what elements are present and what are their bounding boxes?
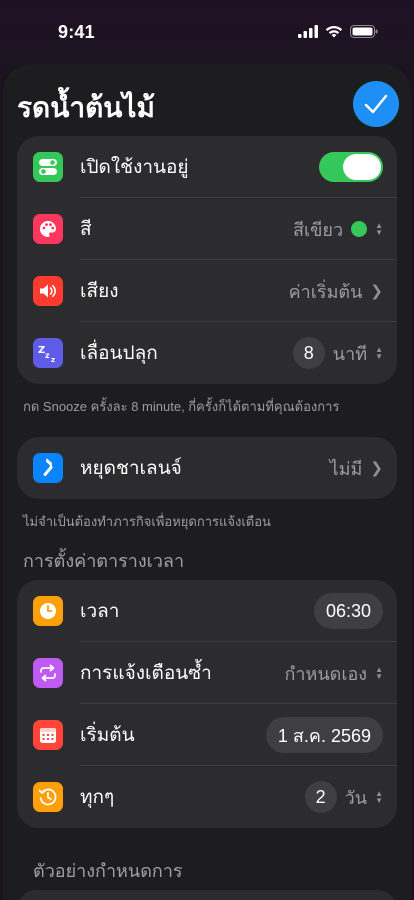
chevron-updown-icon[interactable]: ▲ ▼ [375, 346, 383, 361]
every-label: ทุกๆ [80, 787, 115, 808]
chevron-updown-icon: ▲ ▼ [375, 221, 383, 237]
snooze-label: เลื่อนปลุก [80, 343, 158, 364]
repeat-label: การแจ้งเตือนซ้ำ [80, 663, 212, 684]
color-value: สีเขียว [292, 219, 344, 240]
snooze-footnote: กด Snooze ครั้งละ 8 minute, กี่ครั้งก็ได… [23, 399, 340, 414]
preview-section-title: ตัวอย่างกำหนดการ [33, 861, 183, 881]
every-row: ทุกๆ 2 วัน ▲ ▼ [17, 766, 397, 828]
sound-label: เสียง [80, 281, 119, 302]
repeat-row[interactable]: การแจ้งเตือนซ้ำ กำหนดเอง ▲ ▼ [17, 642, 397, 704]
every-unit: วัน [344, 787, 368, 808]
page-title: รดน้ำต้นไม้ [17, 92, 155, 123]
speaker-icon [33, 276, 63, 306]
clock-history-icon [33, 782, 63, 812]
svg-text:z: z [51, 356, 55, 364]
color-row[interactable]: สี สีเขียว ▲ ▼ [17, 198, 397, 260]
chevron-updown-icon: ▲ ▼ [375, 665, 383, 681]
stop-challenge-footnote: ไม่จำเป็นต้องทำภารกิจเพื่อหยุดการแจ้งเตื… [23, 514, 271, 529]
clock-icon [33, 596, 63, 626]
enabled-toggle[interactable] [319, 152, 383, 182]
schedule-section-title: การตั้งค่าตารางเวลา [23, 551, 185, 571]
chevron-right-icon: ❯ [370, 460, 383, 477]
snooze-row: Z z z เลื่อนปลุก 8 นาที ▲ ▼ [17, 322, 397, 384]
preview-group [17, 890, 397, 900]
settings-sheet: รดน้ำต้นไม้ เปิดใช้งานอยู่ สี สีเขียว ▲ … [3, 64, 411, 900]
enabled-label: เปิดใช้งานอยู่ [80, 157, 189, 178]
stop-challenge-value: ไม่มี [329, 458, 363, 479]
color-swatch [351, 221, 368, 237]
sound-row[interactable]: เสียง ค่าเริ่มต้น ❯ [17, 260, 397, 322]
time-value[interactable]: 06:30 [313, 593, 383, 629]
schedule-settings-group: เวลา 06:30 การแจ้งเตือนซ้ำ กำหนดเอง ▲▼ [17, 580, 397, 828]
enabled-row: เปิดใช้งานอยู่ [17, 136, 397, 198]
battery-icon [350, 25, 378, 38]
repeat-value: กำหนดเอง [284, 663, 368, 684]
toggle-switch-icon [33, 152, 63, 182]
chevron-updown-icon[interactable]: ▲ ▼ [375, 790, 383, 805]
start-date-row: เริ่มต้น 1 ส.ค. 2569 [17, 704, 397, 766]
general-settings-group: เปิดใช้งานอยู่ สี สีเขียว ▲ ▼ เสียง ค่าเ… [17, 136, 397, 384]
done-button[interactable] [353, 81, 399, 127]
status-icons [298, 25, 378, 38]
stop-challenge-group: หยุดชาเลนจ์ ไม่มี ❯ [17, 437, 397, 499]
sound-value: ค่าเริ่มต้น [288, 281, 363, 302]
status-bar: 9:41 [0, 0, 414, 64]
wifi-icon [325, 26, 343, 38]
start-date-value[interactable]: 1 ส.ค. 2569 [265, 717, 383, 753]
chevron-right-icon: ❯ [370, 283, 383, 300]
every-interval-value[interactable]: 2 [304, 781, 337, 813]
status-time: 9:41 [58, 22, 95, 42]
color-label: สี [80, 219, 92, 240]
stop-challenge-label: หยุดชาเลนจ์ [80, 458, 182, 479]
snooze-minutes-value[interactable]: 8 [292, 337, 325, 369]
cellular-signal-icon [298, 25, 318, 38]
checkmark-icon [364, 94, 388, 114]
time-row: เวลา 06:30 [17, 580, 397, 642]
calendar-icon [33, 720, 63, 750]
stop-challenge-row[interactable]: หยุดชาเลนจ์ ไม่มี ❯ [17, 437, 397, 499]
svg-text:z: z [45, 351, 50, 360]
snooze-unit: นาที [332, 343, 368, 364]
palette-icon [33, 214, 63, 244]
hammer-icon [33, 453, 63, 483]
time-label: เวลา [80, 601, 120, 622]
snooze-zzz-icon: Z z z [33, 338, 63, 368]
repeat-arrows-icon [33, 658, 63, 688]
start-date-label: เริ่มต้น [80, 725, 135, 746]
